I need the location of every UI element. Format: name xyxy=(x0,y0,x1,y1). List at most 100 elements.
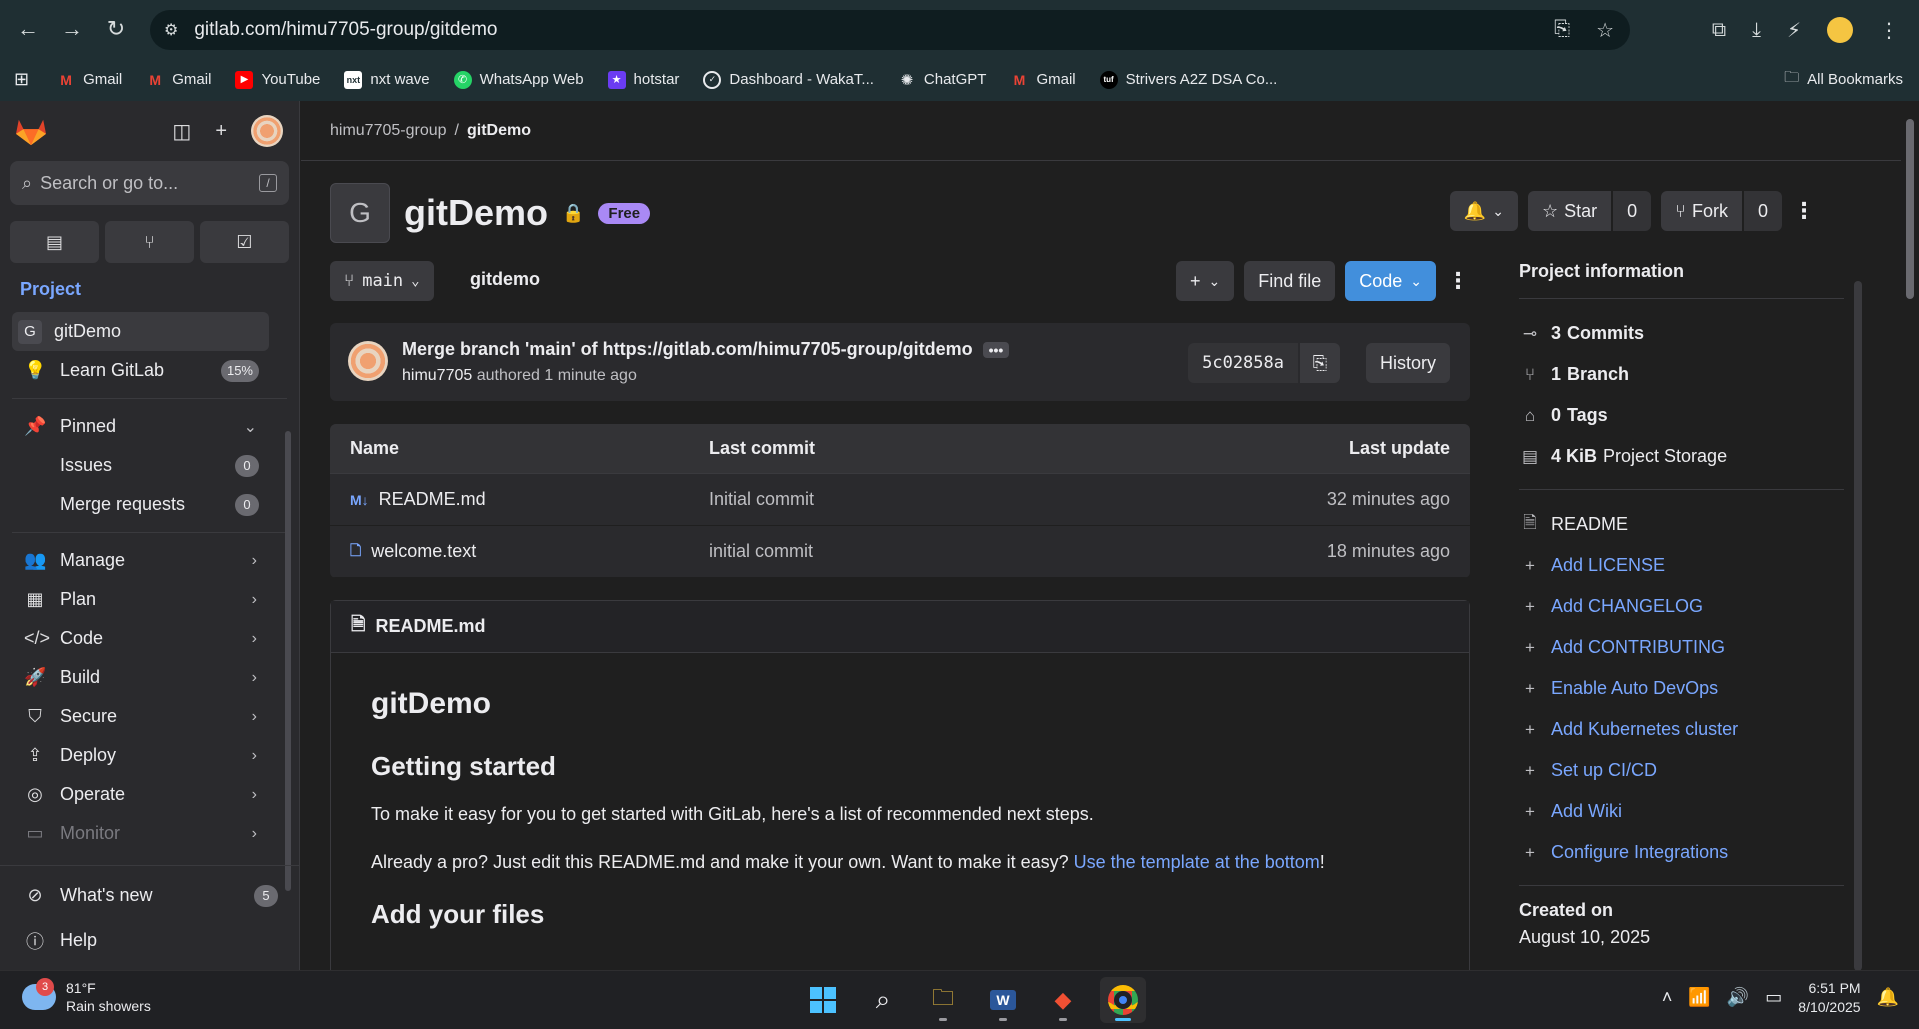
all-bookmarks[interactable]: 🗀 All Bookmarks xyxy=(1784,67,1903,92)
commit-message[interactable]: Merge branch 'main' of https://gitlab.co… xyxy=(402,339,1010,360)
table-row[interactable]: M↓ README.md Initial commit 32 minutes ag… xyxy=(330,474,1470,526)
bookmark-chatgpt[interactable]: ✺ ChatGPT xyxy=(898,71,987,89)
storage-stat[interactable]: ▤ 4 KiB Project Storage xyxy=(1519,436,1844,477)
create-new-icon[interactable]: + xyxy=(215,120,227,143)
readme-filename[interactable]: README.md xyxy=(375,616,485,637)
setup-cicd-link[interactable]: + Set up CI/CD xyxy=(1519,750,1844,791)
bookmark-gmail-2[interactable]: M Gmail xyxy=(146,71,211,89)
file-name[interactable]: welcome.text xyxy=(371,541,476,562)
extensions-icon[interactable]: ⧉ xyxy=(1712,19,1726,42)
more-actions-icon[interactable]: ⋮ xyxy=(1792,191,1816,231)
collapse-sidebar-icon[interactable]: ◫ xyxy=(172,119,191,144)
chrome-button[interactable] xyxy=(1100,977,1146,1023)
downloads-icon[interactable]: ⤓ xyxy=(1752,19,1761,42)
sidebar-item-project[interactable]: G gitDemo xyxy=(12,312,269,351)
apps-grid-icon[interactable]: ⊞ xyxy=(14,69,29,90)
commits-stat[interactable]: ⊸ 3 Commits xyxy=(1519,313,1844,354)
address-bar[interactable]: ⚙ gitlab.com/himu7705-group/gitdemo ⎘ ☆ xyxy=(150,10,1630,50)
bookmark-hotstar[interactable]: ★ hotstar xyxy=(607,70,679,89)
sidebar-item-issues[interactable]: Issues 0 xyxy=(12,446,269,485)
bookmark-whatsapp[interactable]: ✆ WhatsApp Web xyxy=(453,70,584,89)
sidebar-item-learn-gitlab[interactable]: 💡 Learn GitLab 15% xyxy=(12,351,269,390)
install-app-icon[interactable]: ⎘ xyxy=(1554,18,1570,43)
back-icon[interactable]: ← xyxy=(6,7,50,51)
tags-stat[interactable]: ⌂ 0 Tags xyxy=(1519,395,1844,436)
add-wiki-link[interactable]: + Add Wiki xyxy=(1519,791,1844,832)
site-settings-icon[interactable]: ⚙ xyxy=(164,20,178,40)
sidebar-item-plan[interactable]: ▦ Plan › xyxy=(12,580,269,619)
page-scrollbar[interactable] xyxy=(1901,101,1919,970)
gitlab-logo-icon[interactable] xyxy=(14,116,48,146)
info-panel-scrollbar[interactable] xyxy=(1854,281,1862,970)
search-input[interactable]: ⌕ Search or go to... / xyxy=(10,161,289,205)
author-avatar[interactable] xyxy=(348,341,388,381)
bookmark-gmail[interactable]: M Gmail xyxy=(57,71,122,89)
start-button[interactable] xyxy=(800,977,846,1023)
profile-avatar[interactable] xyxy=(1827,17,1853,43)
merge-requests-quick-button[interactable]: ⑂ xyxy=(105,221,194,263)
find-file-button[interactable]: Find file xyxy=(1244,261,1336,301)
bookmark-youtube[interactable]: ▶ YouTube xyxy=(235,70,320,89)
forward-icon[interactable]: → xyxy=(50,7,94,51)
add-contributing-link[interactable]: + Add CONTRIBUTING xyxy=(1519,627,1844,668)
bookmark-star-icon[interactable]: ☆ xyxy=(1596,18,1614,43)
chevron-up-icon[interactable]: ˄ xyxy=(1662,987,1673,1008)
notifications-button[interactable]: 🔔 ⌄ xyxy=(1449,191,1518,231)
fork-button[interactable]: ⑂ Fork xyxy=(1661,191,1742,231)
todos-quick-button[interactable]: ☑ xyxy=(200,221,289,263)
volume-icon[interactable]: 🔊 xyxy=(1727,987,1749,1008)
sidebar-item-monitor[interactable]: ▭ Monitor › xyxy=(12,814,269,853)
bookmark-wakatime[interactable]: ✓ Dashboard - WakaT... xyxy=(703,70,874,89)
reload-icon[interactable]: ↻ xyxy=(94,7,138,51)
add-kubernetes-link[interactable]: + Add Kubernetes cluster xyxy=(1519,709,1844,750)
copy-icon[interactable]: ⎘ xyxy=(1300,343,1340,383)
branches-stat[interactable]: ⑂ 1 Branch xyxy=(1519,354,1844,395)
browser-menu-icon[interactable]: ⋮ xyxy=(1879,18,1899,43)
sidebar-item-operate[interactable]: ◎ Operate › xyxy=(12,775,269,814)
sidebar-item-deploy[interactable]: ⇪ Deploy › xyxy=(12,736,269,775)
word-button[interactable]: W xyxy=(980,977,1026,1023)
readme-link[interactable]: 🗎 README xyxy=(1519,504,1844,545)
sidebar-item-code[interactable]: </> Code › xyxy=(12,619,269,658)
clock[interactable]: 6:51 PM 8/10/2025 xyxy=(1798,979,1860,1017)
bookmark-gmail-3[interactable]: M Gmail xyxy=(1010,71,1076,89)
breadcrumb-group-link[interactable]: himu7705-group xyxy=(330,122,447,140)
notifications-icon[interactable]: 🔔 xyxy=(1877,987,1899,1008)
file-explorer-button[interactable]: 🗀 xyxy=(920,977,966,1023)
tier-badge[interactable]: Free xyxy=(598,202,651,224)
commit-author[interactable]: himu7705 xyxy=(402,367,472,384)
star-count[interactable]: 0 xyxy=(1613,191,1652,231)
bookmark-strivers[interactable]: tuf Strivers A2Z DSA Co... xyxy=(1099,70,1277,89)
sidebar-item-merge-requests[interactable]: Merge requests 0 xyxy=(12,485,269,524)
branch-selector[interactable]: ⑂ main ⌄ xyxy=(330,261,434,301)
sidebar-item-manage[interactable]: 👥 Manage › xyxy=(12,541,269,580)
add-license-link[interactable]: + Add LICENSE xyxy=(1519,545,1844,586)
issues-quick-button[interactable]: ▤ xyxy=(10,221,99,263)
user-avatar[interactable] xyxy=(251,115,283,147)
sidebar-item-whats-new[interactable]: ⊘ What's new 5 xyxy=(12,876,288,915)
code-button[interactable]: Code ⌄ xyxy=(1345,261,1436,301)
star-button[interactable]: ☆ Star xyxy=(1528,191,1612,231)
add-dropdown-button[interactable]: + ⌄ xyxy=(1175,261,1235,301)
file-commit[interactable]: initial commit xyxy=(709,541,1109,562)
bookmark-nxtwave[interactable]: nxt nxt wave xyxy=(344,70,430,89)
configure-integrations-link[interactable]: + Configure Integrations xyxy=(1519,832,1844,873)
table-row[interactable]: 🗋 welcome.text initial commit 18 minutes … xyxy=(330,526,1470,578)
fork-count[interactable]: 0 xyxy=(1743,191,1782,231)
commit-sha[interactable]: 5c02858a xyxy=(1188,343,1298,383)
file-name[interactable]: README.md xyxy=(379,489,486,510)
sidebar-scrollbar[interactable] xyxy=(285,431,291,891)
file-commit[interactable]: Initial commit xyxy=(709,489,1109,510)
add-changelog-link[interactable]: + Add CHANGELOG xyxy=(1519,586,1844,627)
repo-path[interactable]: gitdemo xyxy=(470,269,540,290)
sidebar-item-build[interactable]: 🚀 Build › xyxy=(12,658,269,697)
repo-more-icon[interactable]: ⋮ xyxy=(1446,268,1470,294)
battery-icon[interactable]: ▭ xyxy=(1765,987,1782,1008)
scrollbar-thumb[interactable] xyxy=(1906,119,1914,299)
sidebar-item-help[interactable]: ⓘ Help xyxy=(12,921,288,960)
template-link[interactable]: Use the template at the bottom xyxy=(1074,852,1320,872)
performance-icon[interactable]: ⚡ xyxy=(1787,18,1801,43)
sidebar-item-pinned[interactable]: 📌 Pinned ⌄ xyxy=(12,407,269,446)
breadcrumb-project-link[interactable]: gitDemo xyxy=(467,122,531,140)
git-button[interactable]: ◆ xyxy=(1040,977,1086,1023)
